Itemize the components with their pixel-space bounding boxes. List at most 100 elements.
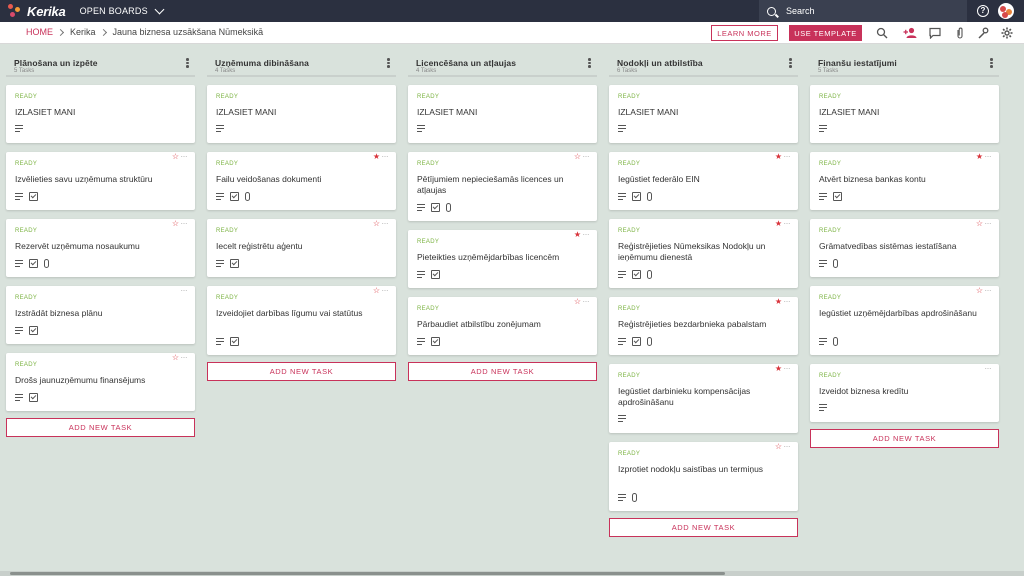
task-card[interactable]: READY Iegūstiet uzņēmējdarbības apdrošinā… (810, 286, 999, 355)
search-icon[interactable] (876, 27, 888, 39)
star-filled-icon[interactable]: ★ (775, 298, 782, 306)
star-outline-icon[interactable]: ☆ (373, 220, 380, 228)
task-card[interactable]: READY Iecelt reģistrētu aģentu ☆… (207, 219, 396, 277)
more-options-icon[interactable]: … (985, 152, 992, 160)
more-options-icon[interactable]: … (784, 442, 791, 450)
star-filled-icon[interactable]: ★ (775, 220, 782, 228)
star-outline-icon[interactable]: ☆ (172, 153, 179, 161)
task-card[interactable]: READY Pētījumiem nepieciešamās licences u… (408, 152, 597, 221)
tag-icon[interactable] (977, 27, 989, 39)
more-options-icon[interactable]: … (985, 364, 992, 372)
star-outline-icon[interactable]: ☆ (775, 443, 782, 451)
task-card[interactable]: READY Drošs jaunuzņēmumu finansējums ☆… (6, 353, 195, 411)
column-menu-icon[interactable] (588, 58, 591, 68)
chat-icon[interactable] (929, 27, 941, 39)
checklist-icon (29, 192, 38, 201)
more-options-icon[interactable]: … (382, 152, 389, 160)
more-options-icon[interactable]: … (784, 297, 791, 305)
star-filled-icon[interactable]: ★ (976, 153, 983, 161)
task-card[interactable]: READY Izvēlieties savu uzņēmuma struktūru… (6, 152, 195, 210)
star-outline-icon[interactable]: ☆ (976, 287, 983, 295)
more-options-icon[interactable]: … (784, 152, 791, 160)
task-card[interactable]: READY Failu veidošanas dokumenti ★… (207, 152, 396, 210)
star-filled-icon[interactable]: ★ (373, 153, 380, 161)
task-card[interactable]: READY Pieteikties uzņēmējdarbības licencē… (408, 230, 597, 288)
star-outline-icon[interactable]: ☆ (574, 298, 581, 306)
open-boards-menu[interactable]: OPEN BOARDS (80, 4, 165, 16)
task-card[interactable]: READY Rezervēt uzņēmuma nosaukumu ☆… (6, 219, 195, 277)
breadcrumb-home[interactable]: HOME (26, 27, 53, 37)
task-card[interactable]: READY IZLASIET MANI (609, 85, 798, 143)
add-new-task-button[interactable]: ADD NEW TASK (6, 418, 195, 437)
card-icons (15, 125, 23, 132)
description-icon (417, 271, 425, 278)
task-card[interactable]: READY IZLASIET MANI (810, 85, 999, 143)
column-menu-icon[interactable] (186, 58, 189, 68)
add-person-icon[interactable] (903, 27, 917, 39)
more-options-icon[interactable]: … (583, 297, 590, 305)
star-outline-icon[interactable]: ☆ (172, 354, 179, 362)
task-card[interactable]: READY Atvērt biznesa bankas kontu ★… (810, 152, 999, 210)
description-icon (216, 338, 224, 345)
more-options-icon[interactable]: … (784, 364, 791, 372)
more-options-icon[interactable]: … (583, 152, 590, 160)
more-options-icon[interactable]: … (583, 230, 590, 238)
description-icon (417, 125, 425, 132)
task-card[interactable]: READY Izveidot biznesa kredītu… (810, 364, 999, 422)
use-template-button[interactable]: USE TEMPLATE (789, 25, 862, 41)
more-options-icon[interactable]: … (382, 286, 389, 294)
horizontal-scrollbar[interactable] (0, 571, 1024, 576)
task-card[interactable]: READY Grāmatvedības sistēmas iestatīšana ☆… (810, 219, 999, 277)
task-card[interactable]: READY IZLASIET MANI (6, 85, 195, 143)
task-card[interactable]: READY Reģistrējieties Nūmeksikas Nodokļu … (609, 219, 798, 288)
column: Licencēšana un atļaujas 4 Tasks READY IZLAS… (402, 55, 597, 381)
kerika-logo[interactable]: Kerika (8, 4, 66, 19)
more-options-icon[interactable]: … (181, 353, 188, 361)
more-options-icon[interactable]: … (181, 286, 188, 294)
star-filled-icon[interactable]: ★ (775, 153, 782, 161)
add-new-task-button[interactable]: ADD NEW TASK (810, 429, 999, 448)
description-icon (216, 125, 224, 132)
add-new-task-button[interactable]: ADD NEW TASK (207, 362, 396, 381)
more-options-icon[interactable]: … (181, 219, 188, 227)
scrollbar-thumb[interactable] (10, 572, 725, 575)
column-task-count: 6 Tasks (617, 68, 638, 74)
more-options-icon[interactable]: … (382, 219, 389, 227)
attachment-icon[interactable] (954, 27, 966, 39)
add-new-task-button[interactable]: ADD NEW TASK (609, 518, 798, 537)
star-outline-icon[interactable]: ☆ (172, 220, 179, 228)
status-badge: READY (618, 161, 641, 167)
column-menu-icon[interactable] (990, 58, 993, 68)
avatar[interactable] (998, 3, 1014, 19)
gear-icon[interactable] (1001, 27, 1013, 39)
star-filled-icon[interactable]: ★ (574, 231, 581, 239)
task-card[interactable]: READY IZLASIET MANI (207, 85, 396, 143)
star-outline-icon[interactable]: ☆ (574, 153, 581, 161)
more-options-icon[interactable]: … (985, 286, 992, 294)
star-outline-icon[interactable]: ☆ (976, 220, 983, 228)
star-outline-icon[interactable]: ☆ (373, 287, 380, 295)
task-card[interactable]: READY Iegūstiet darbinieku kompensācijas … (609, 364, 798, 433)
status-badge: READY (819, 295, 842, 301)
star-filled-icon[interactable]: ★ (775, 365, 782, 373)
help-icon[interactable]: ? (977, 5, 989, 17)
breadcrumb-account[interactable]: Kerika (70, 27, 96, 37)
task-card[interactable]: READY Reģistrējieties bezdarbnieka pabals… (609, 297, 798, 355)
task-card[interactable]: READY Pārbaudiet atbilstību zonējumam ☆… (408, 297, 597, 355)
task-card[interactable]: READY Iegūstiet federālo EIN ★… (609, 152, 798, 210)
more-options-icon[interactable]: … (985, 219, 992, 227)
add-new-task-button[interactable]: ADD NEW TASK (408, 362, 597, 381)
more-options-icon[interactable]: … (181, 152, 188, 160)
task-card[interactable]: READY Izprotiet nodokļu saistības un term… (609, 442, 798, 511)
column-menu-icon[interactable] (789, 58, 792, 68)
column-menu-icon[interactable] (387, 58, 390, 68)
attachment-icon (245, 192, 250, 201)
breadcrumb: HOME Kerika Jauna biznesa uzsākšana Nūme… (26, 27, 263, 37)
search-box[interactable]: Search (759, 0, 967, 22)
task-card[interactable]: READY Izstrādāt biznesa plānu… (6, 286, 195, 344)
more-options-icon[interactable]: … (784, 219, 791, 227)
column-task-count: 4 Tasks (416, 68, 437, 74)
learn-more-button[interactable]: LEARN MORE (711, 25, 778, 41)
task-card[interactable]: READY IZLASIET MANI (408, 85, 597, 143)
task-card[interactable]: READY Izveidojiet darbības līgumu vai sta… (207, 286, 396, 355)
